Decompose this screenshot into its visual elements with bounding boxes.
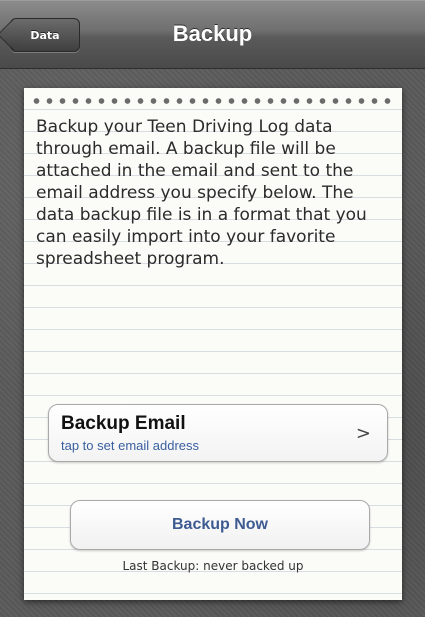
backup-now-button[interactable]: Backup Now	[70, 500, 370, 550]
backup-email-title: Backup Email	[61, 413, 186, 434]
backup-description: Backup your Teen Driving Log data throug…	[36, 117, 367, 269]
back-button-label: Data	[30, 28, 60, 42]
backup-email-cell[interactable]: Backup Email tap to set email address >	[48, 404, 388, 462]
backup-email-subtitle: tap to set email address	[61, 438, 200, 453]
navigation-bar: Backup Data	[0, 0, 425, 69]
chevron-right-icon: >	[355, 423, 371, 444]
last-backup-status: Last Backup: never backed up	[122, 559, 304, 573]
notebook-paper: Backup your Teen Driving Log data throug…	[24, 88, 402, 600]
spiral-holes	[30, 96, 396, 106]
back-button[interactable]: Data	[10, 18, 80, 52]
